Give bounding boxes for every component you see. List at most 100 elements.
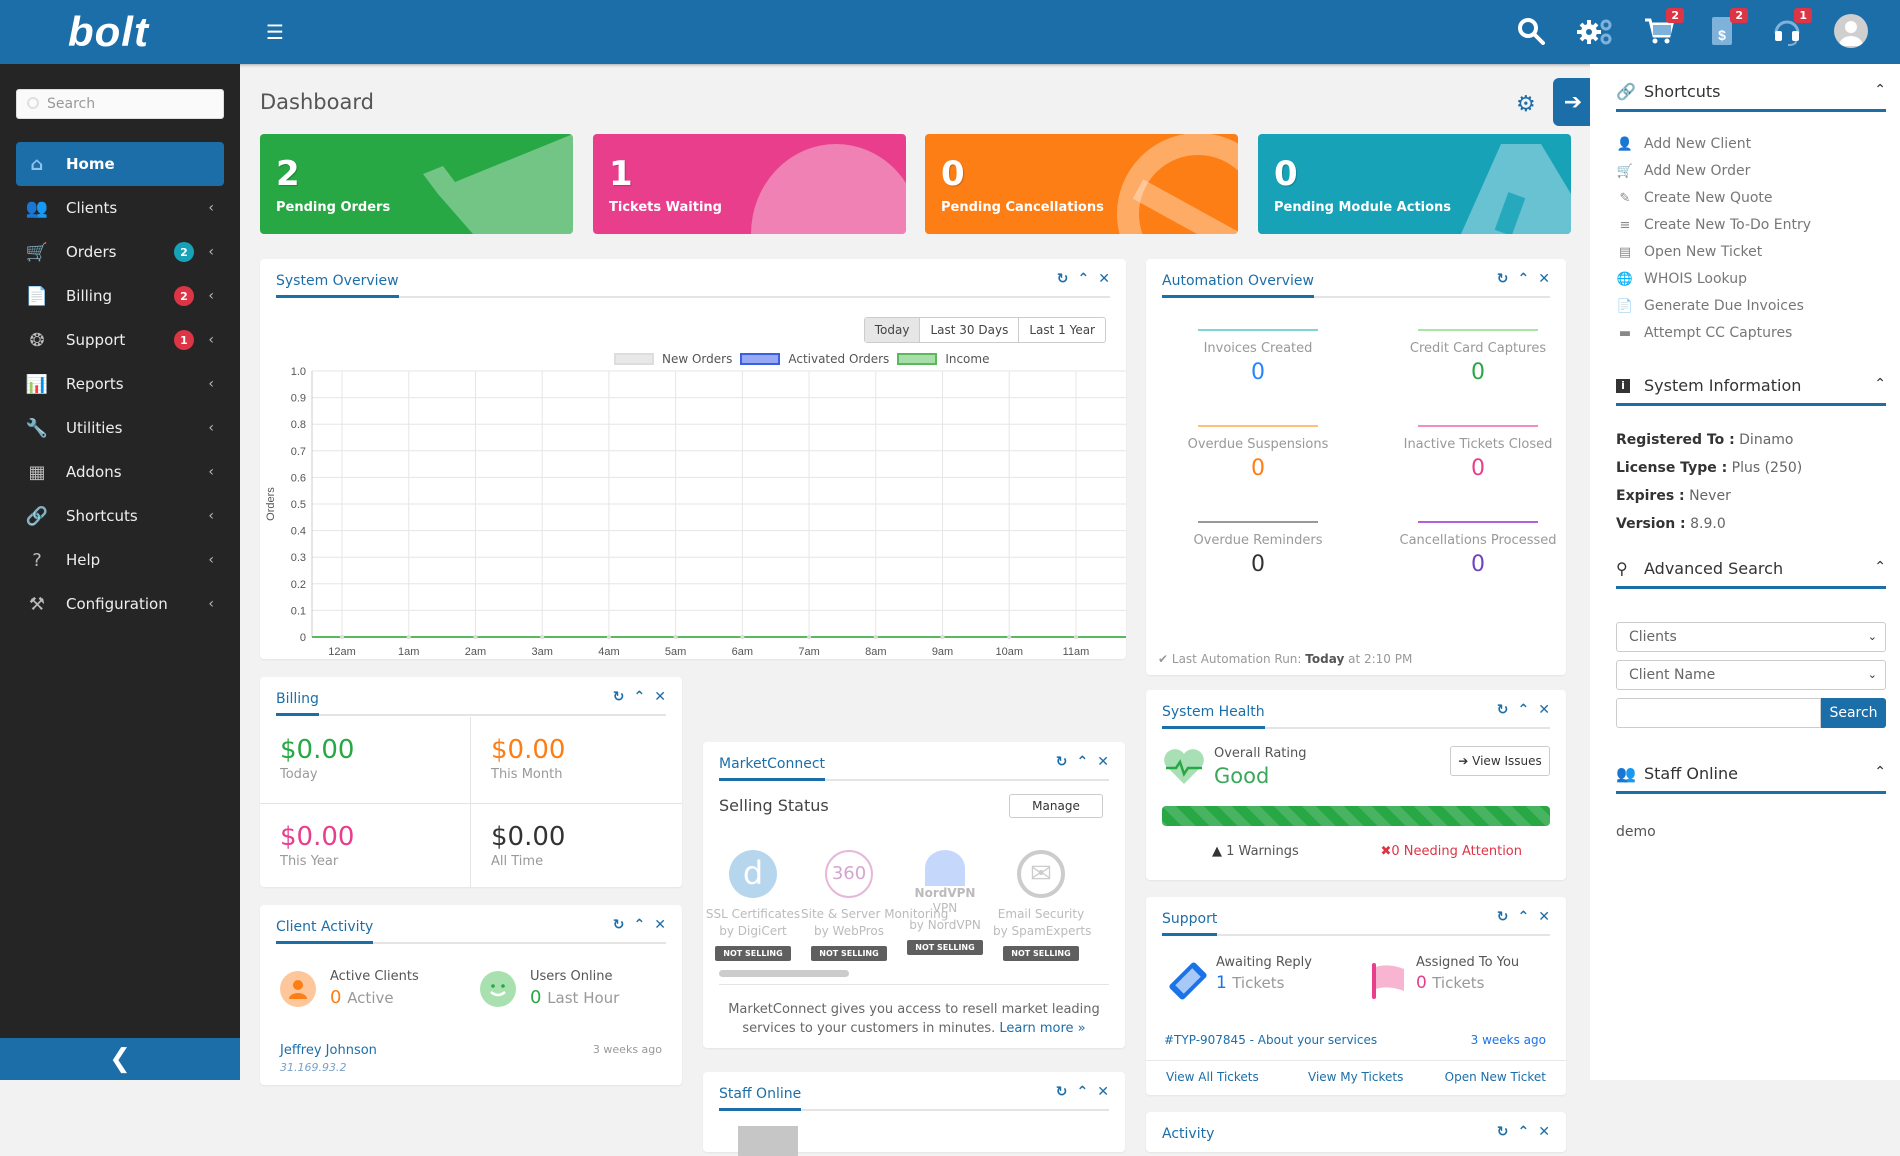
- view-issues-button[interactable]: ➔ View Issues: [1450, 746, 1550, 776]
- sidebar-item-utilities[interactable]: 🔧 Utilities ‹: [16, 406, 224, 450]
- close-icon[interactable]: ✕: [1097, 754, 1109, 770]
- mc-item-email[interactable]: ✉ Email Security by SpamExperts NOT SELL…: [993, 850, 1091, 961]
- sidebar-item-home[interactable]: ⌂ Home: [16, 142, 224, 186]
- user-avatar-button[interactable]: [1832, 12, 1870, 50]
- refresh-icon[interactable]: ↻: [613, 689, 625, 705]
- refresh-icon[interactable]: ↻: [1497, 702, 1509, 718]
- y-tick-label: 0.9: [291, 393, 306, 405]
- shortcuts-header[interactable]: 🔗 Shortcuts ⌃: [1616, 72, 1886, 112]
- gears-icon[interactable]: [1576, 12, 1614, 50]
- search-icon[interactable]: [1512, 12, 1550, 50]
- shortcut-item[interactable]: ✎ Create New Quote: [1616, 190, 1773, 206]
- client-activity-name-link[interactable]: Jeffrey Johnson: [280, 1043, 377, 1058]
- sidebar-item-orders[interactable]: 🛒 Orders 2 ‹: [16, 230, 224, 274]
- automation-value: 0: [1251, 360, 1265, 385]
- close-icon[interactable]: ✕: [1538, 702, 1550, 718]
- automation-bar: [1198, 521, 1318, 523]
- shortcut-item[interactable]: 👤 Add New Client: [1616, 136, 1751, 152]
- toggle-right-sidebar-button[interactable]: ➔: [1553, 78, 1593, 126]
- collapse-icon[interactable]: ⌃: [1518, 1124, 1530, 1140]
- shortcut-item[interactable]: ▬ Attempt CC Captures: [1616, 325, 1793, 341]
- sidebar-item-addons[interactable]: ▦ Addons ‹: [16, 450, 224, 494]
- chevron-up-icon[interactable]: ⌃: [1874, 559, 1886, 575]
- shortcut-item[interactable]: 🛒 Add New Order: [1616, 163, 1750, 179]
- automation-stat: Inactive Tickets Closed 0: [1378, 425, 1578, 481]
- sidebar-item-support[interactable]: ❂ Support 1 ‹: [16, 318, 224, 362]
- view-all-tickets-link[interactable]: View All Tickets: [1166, 1070, 1259, 1084]
- close-icon[interactable]: ✕: [1097, 1084, 1109, 1100]
- mc-item-monitoring[interactable]: 360 Site & Server Monitoring by WebPros …: [801, 850, 948, 961]
- collapse-icon[interactable]: ⌃: [1518, 271, 1530, 287]
- automation-value: 0: [1251, 456, 1265, 481]
- sidebar-item-badge: 1: [174, 330, 194, 350]
- close-icon[interactable]: ✕: [1538, 909, 1550, 925]
- ticket-link[interactable]: #TYP-907845 - About your services: [1164, 1033, 1377, 1047]
- sidebar-item-configuration[interactable]: ⚒ Configuration ‹: [16, 582, 224, 626]
- refresh-icon[interactable]: ↻: [1497, 271, 1509, 287]
- close-icon[interactable]: ✕: [654, 917, 666, 933]
- view-my-tickets-link[interactable]: View My Tickets: [1308, 1070, 1403, 1084]
- headset-icon[interactable]: 1: [1768, 8, 1812, 50]
- manage-button[interactable]: Manage: [1009, 794, 1103, 818]
- sidebar-item-billing[interactable]: 📄 Billing 2 ‹: [16, 274, 224, 318]
- collapse-icon[interactable]: ⌃: [1518, 909, 1530, 925]
- shortcut-item[interactable]: 🌐 WHOIS Lookup: [1616, 271, 1747, 287]
- stat-pending-module-actions[interactable]: 0 Pending Module Actions: [1258, 134, 1571, 234]
- shortcut-item[interactable]: ▤ Open New Ticket: [1616, 244, 1762, 260]
- sidebar-item-shortcuts[interactable]: 🔗 Shortcuts ‹: [16, 494, 224, 538]
- bolt-logo[interactable]: bolt: [68, 8, 149, 56]
- collapse-icon[interactable]: ⌃: [1077, 1084, 1089, 1100]
- advanced-search-header[interactable]: ⚲ Advanced Search ⌃: [1616, 549, 1886, 589]
- search-type-select[interactable]: Clients ⌄: [1616, 622, 1886, 652]
- dashboard-settings-icon[interactable]: ⚙: [1516, 92, 1536, 117]
- refresh-icon[interactable]: ↻: [1497, 909, 1509, 925]
- collapse-icon[interactable]: ⌃: [1077, 754, 1089, 770]
- collapse-icon[interactable]: ⌃: [634, 917, 646, 933]
- advanced-search-input[interactable]: [1616, 698, 1821, 728]
- chevron-up-icon[interactable]: ⌃: [1874, 764, 1886, 780]
- staff-online-title: Staff Online: [1644, 764, 1738, 783]
- cart-icon[interactable]: 2: [1640, 8, 1684, 50]
- license-type-row: License Type : Plus (250): [1616, 460, 1802, 476]
- automation-label: Overdue Suspensions: [1187, 437, 1329, 452]
- sidebar-item-reports[interactable]: 📊 Reports ‹: [16, 362, 224, 406]
- refresh-icon[interactable]: ↻: [1056, 1084, 1068, 1100]
- sidebar-collapse-button[interactable]: ❮: [0, 1038, 240, 1080]
- staff-online-header[interactable]: 👥 Staff Online ⌃: [1616, 754, 1886, 794]
- last-run-day: Today: [1305, 652, 1345, 666]
- mc-status-badge: NOT SELLING: [907, 940, 983, 955]
- close-icon[interactable]: ✕: [654, 689, 666, 705]
- refresh-icon[interactable]: ↻: [613, 917, 625, 933]
- horizontal-scrollbar[interactable]: [719, 970, 849, 977]
- invoice-icon[interactable]: $ 2: [1704, 8, 1748, 50]
- close-icon[interactable]: ✕: [1538, 271, 1550, 287]
- system-info-header[interactable]: i System Information ⌃: [1616, 366, 1886, 406]
- open-new-ticket-link[interactable]: Open New Ticket: [1445, 1070, 1546, 1084]
- needing-attention-count[interactable]: ✖0 Needing Attention: [1380, 844, 1522, 859]
- flag-icon: [1372, 963, 1404, 999]
- chevron-up-icon[interactable]: ⌃: [1874, 82, 1886, 98]
- mc-item-ssl[interactable]: d SSL Certificates by DigiCert NOT SELLI…: [705, 850, 801, 961]
- advanced-search-button[interactable]: Search: [1821, 698, 1886, 728]
- refresh-icon[interactable]: ↻: [1056, 754, 1068, 770]
- learn-more-link[interactable]: Learn more »: [999, 1021, 1085, 1036]
- stat-tickets-waiting[interactable]: 1 Tickets Waiting: [593, 134, 906, 234]
- stat-pending-orders[interactable]: 2 Pending Orders: [260, 134, 573, 234]
- hamburger-icon[interactable]: ☰: [266, 20, 284, 44]
- invoice-icon: 📄: [25, 285, 49, 307]
- warnings-count[interactable]: ▲ 1 Warnings: [1212, 844, 1299, 859]
- stat-pending-cancellations[interactable]: 0 Pending Cancellations: [925, 134, 1238, 234]
- sidebar-item-clients[interactable]: 👥 Clients ‹: [16, 186, 224, 230]
- close-icon[interactable]: ✕: [1538, 1124, 1550, 1140]
- collapse-icon[interactable]: ⌃: [634, 689, 646, 705]
- headset-badge: 1: [1794, 8, 1812, 23]
- shortcut-item[interactable]: 📄 Generate Due Invoices: [1616, 298, 1804, 314]
- refresh-icon[interactable]: ↻: [1497, 1124, 1509, 1140]
- collapse-icon[interactable]: ⌃: [1518, 702, 1530, 718]
- shortcut-item[interactable]: ≡ Create New To-Do Entry: [1616, 217, 1812, 233]
- chevron-up-icon[interactable]: ⌃: [1874, 376, 1886, 392]
- sidebar-search-input[interactable]: Search: [16, 89, 224, 119]
- mc-item-vpn[interactable]: NordVPN VPN by NordVPN NOT SELLING: [897, 850, 993, 955]
- search-field-select[interactable]: Client Name ⌄: [1616, 660, 1886, 690]
- sidebar-item-help[interactable]: ? Help ‹: [16, 538, 224, 582]
